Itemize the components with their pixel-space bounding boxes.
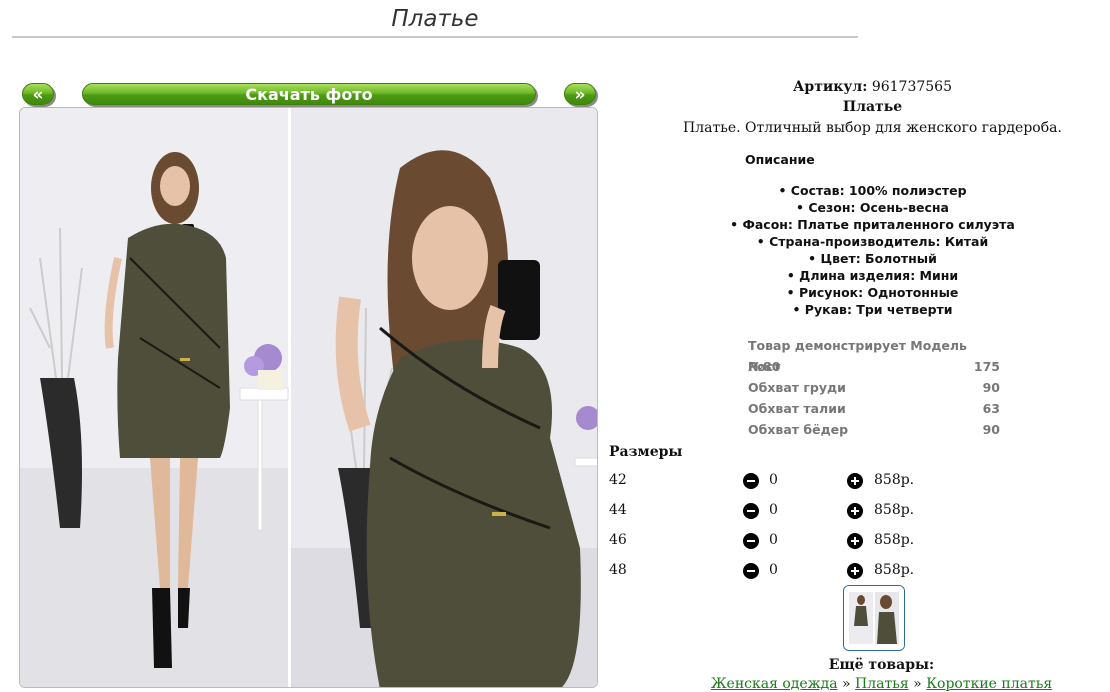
size-label: 42: [609, 472, 627, 488]
model-param-value: 90: [982, 422, 1000, 437]
product-description: Платье. Отличный выбор для женского гард…: [683, 120, 1062, 136]
minus-icon[interactable]: [743, 533, 759, 549]
size-row: 42 0 858р.: [609, 472, 949, 502]
model-param-label: Обхват талии: [748, 401, 846, 416]
minus-icon[interactable]: [743, 503, 759, 519]
breadcrumb-separator: »: [913, 676, 922, 692]
product-sku: Артикул: 961737565: [640, 79, 1105, 95]
size-price: 858р.: [874, 472, 915, 488]
model-param-label: Рост: [748, 359, 781, 374]
breadcrumb-link[interactable]: Короткие платья: [926, 676, 1052, 692]
spec-item: • Сезон: Осень-весна: [796, 200, 949, 215]
model-params: Товар демонстрирует Модель №80 Рост 175 …: [748, 335, 1000, 440]
spec-list: • Состав: 100% полиэстер • Сезон: Осень-…: [700, 182, 1045, 318]
model-param-value: 175: [973, 359, 1000, 374]
description-heading: Описание: [745, 152, 815, 167]
model-row: Обхват бёдер 90: [748, 419, 1000, 440]
spec-item: • Рисунок: Однотонные: [786, 285, 959, 300]
model-param-value: 90: [982, 380, 1000, 395]
size-price: 858р.: [874, 562, 915, 578]
size-price: 858р.: [874, 502, 915, 518]
model-row: Рост 175: [748, 356, 1000, 377]
size-price: 858р.: [874, 532, 915, 548]
breadcrumb: Женская одежда » Платья » Короткие плать…: [640, 676, 1110, 692]
spec-item: • Фасон: Платье приталенного силуэта: [730, 217, 1015, 232]
quantity-value: 0: [769, 562, 778, 578]
spec-item: • Рукав: Три четверти: [792, 302, 953, 317]
size-label: 44: [609, 502, 627, 518]
minus-icon[interactable]: [743, 473, 759, 489]
quantity-value: 0: [769, 502, 778, 518]
quantity-value: 0: [769, 472, 778, 488]
page-title: Платье: [391, 6, 479, 32]
next-photo-button[interactable]: »: [564, 83, 596, 105]
minus-icon[interactable]: [743, 563, 759, 579]
plus-icon[interactable]: [847, 563, 863, 579]
product-name: Платье: [842, 99, 903, 115]
model-param-value: 63: [982, 401, 1000, 416]
plus-icon[interactable]: [847, 473, 863, 489]
quantity-value: 0: [769, 532, 778, 548]
size-row: 46 0 858р.: [609, 532, 949, 562]
size-label: 48: [609, 562, 627, 578]
breadcrumb-link[interactable]: Женская одежда: [711, 676, 838, 692]
model-row: Обхват груди 90: [748, 377, 1000, 398]
sizes-heading: Размеры: [609, 444, 683, 460]
sku-label: Артикул:: [793, 79, 868, 95]
size-label: 46: [609, 532, 627, 548]
size-row: 44 0 858р.: [609, 502, 949, 532]
more-products-heading: Ещё товары:: [828, 657, 935, 673]
plus-icon[interactable]: [847, 503, 863, 519]
model-param-label: Обхват бёдер: [748, 422, 849, 437]
spec-item: • Состав: 100% полиэстер: [778, 183, 967, 198]
sku-value: 961737565: [871, 79, 952, 95]
breadcrumb-link[interactable]: Платья: [855, 676, 909, 692]
model-row: Обхват талии 63: [748, 398, 1000, 419]
spec-item: • Страна-производитель: Китай: [756, 234, 989, 249]
breadcrumb-separator: »: [842, 676, 851, 692]
thumbnail-image: [844, 586, 904, 650]
plus-icon[interactable]: [847, 533, 863, 549]
download-photo-button[interactable]: Скачать фото: [82, 83, 536, 105]
product-thumbnail[interactable]: [843, 585, 905, 651]
spec-item: • Длина изделия: Мини: [786, 268, 959, 283]
title-divider: [12, 36, 858, 38]
product-photo-image: [20, 108, 597, 687]
model-param-label: Обхват груди: [748, 380, 846, 395]
product-photo[interactable]: [19, 107, 598, 688]
prev-photo-button[interactable]: «: [22, 83, 54, 105]
model-heading: Товар демонстрирует Модель №80: [748, 338, 967, 374]
spec-item: • Цвет: Болотный: [808, 251, 937, 266]
